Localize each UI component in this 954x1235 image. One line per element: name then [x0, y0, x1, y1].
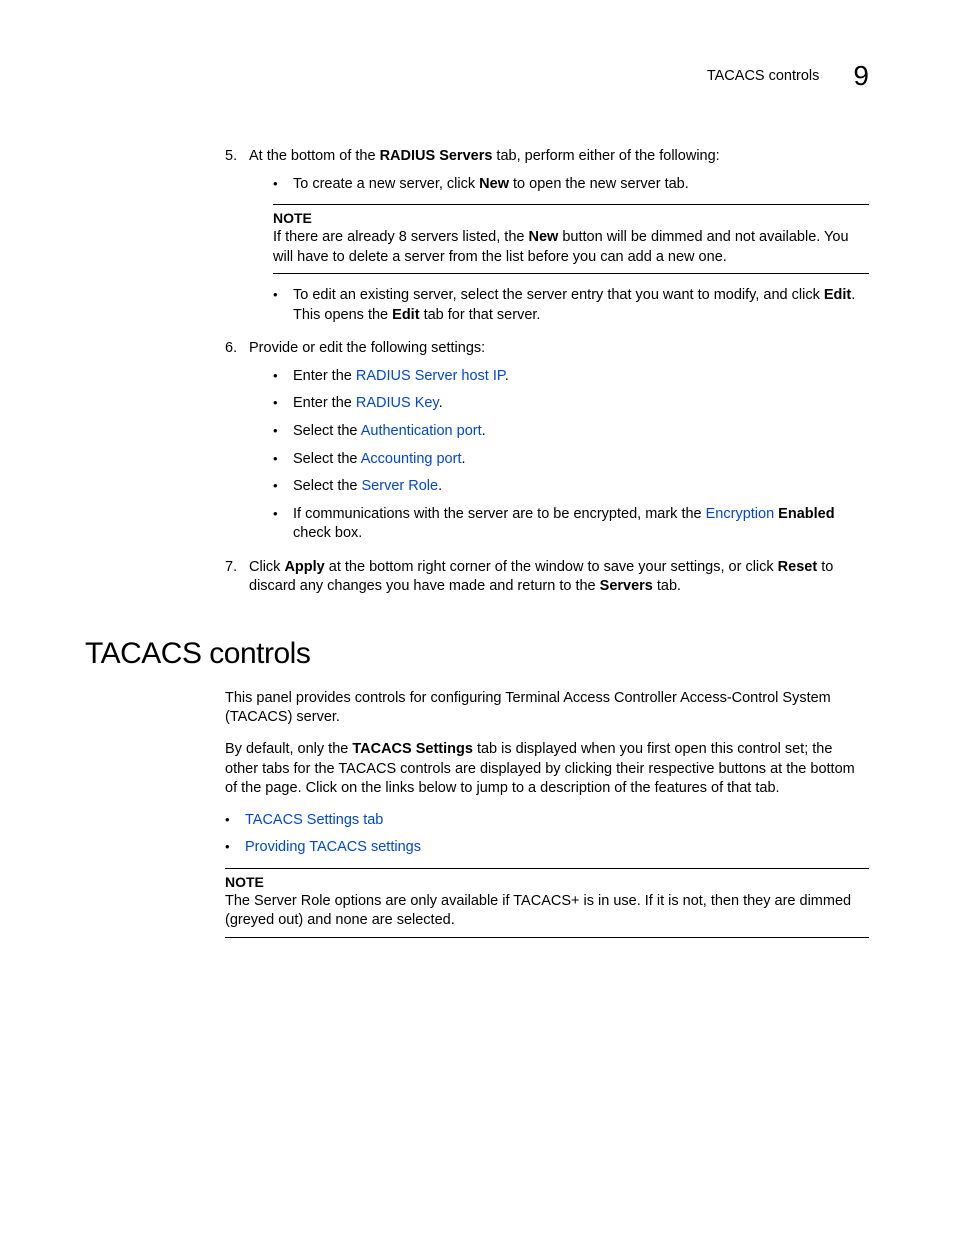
link-tacacs-settings-tab[interactable]: TACACS Settings tab — [245, 812, 383, 828]
text: By default, only the — [225, 741, 352, 757]
bullet-icon: • — [273, 175, 293, 195]
paragraph: By default, only the TACACS Settings tab… — [225, 740, 869, 799]
bold-text: New — [479, 176, 509, 192]
note-label: NOTE — [273, 209, 869, 228]
bold-text: Edit — [392, 307, 419, 323]
text: To edit an existing server, select the s… — [293, 287, 824, 303]
text: Select the — [293, 423, 361, 439]
bullet-item: • TACACS Settings tab — [225, 811, 869, 831]
bullet-icon: • — [273, 505, 293, 544]
text: . — [439, 395, 443, 411]
step-6: 6. Provide or edit the following setting… — [225, 339, 869, 552]
bullet-icon: • — [273, 477, 293, 497]
note-box: NOTE If there are already 8 servers list… — [273, 204, 869, 274]
link-server-role[interactable]: Server Role — [362, 478, 439, 494]
link-radius-key[interactable]: RADIUS Key — [356, 395, 439, 411]
text: Provide or edit the following settings: — [249, 340, 485, 356]
text: Select the — [293, 451, 361, 467]
bullet-icon: • — [273, 450, 293, 470]
bullet-icon: • — [273, 394, 293, 414]
text: . — [482, 423, 486, 439]
page-header: TACACS controls 9 — [85, 60, 869, 92]
bullet-icon: • — [273, 367, 293, 387]
step-body: Click Apply at the bottom right corner o… — [249, 558, 869, 597]
step-number: 5. — [225, 147, 249, 333]
text: tab for that server. — [420, 307, 541, 323]
link-auth-port[interactable]: Authentication port — [361, 423, 482, 439]
bullet-icon: • — [273, 286, 293, 325]
bullet-item: • Select the Server Role. — [273, 477, 869, 497]
link-accounting-port[interactable]: Accounting port — [361, 451, 462, 467]
link-radius-host-ip[interactable]: RADIUS Server host IP — [356, 368, 505, 384]
section-title: TACACS controls — [85, 637, 869, 671]
bold-text: Edit — [824, 287, 851, 303]
note-text: If there are already 8 servers listed, t… — [273, 228, 869, 267]
text: Enter the — [293, 395, 356, 411]
paragraph: This panel provides controls for configu… — [225, 689, 869, 728]
text: Select the — [293, 478, 362, 494]
bullet-item: • Enter the RADIUS Server host IP. — [273, 367, 869, 387]
note-box: NOTE The Server Role options are only av… — [225, 868, 869, 938]
text: tab. — [653, 578, 681, 594]
text: . — [505, 368, 509, 384]
bold-text: New — [529, 229, 559, 245]
text: to open the new server tab. — [509, 176, 689, 192]
text: tab, perform either of the following: — [492, 148, 719, 164]
step-body: At the bottom of the RADIUS Servers tab,… — [249, 147, 869, 333]
text: check box. — [293, 525, 362, 541]
step-body: Provide or edit the following settings: … — [249, 339, 869, 552]
step-number: 6. — [225, 339, 249, 552]
bullet-item: • If communications with the server are … — [273, 505, 869, 544]
link-providing-tacacs-settings[interactable]: Providing TACACS settings — [245, 839, 421, 855]
text: . — [438, 478, 442, 494]
bold-text: Reset — [778, 559, 818, 575]
bullet-item: • Enter the RADIUS Key. — [273, 394, 869, 414]
bullet-icon: • — [225, 838, 245, 858]
bullet-item: • Providing TACACS settings — [225, 838, 869, 858]
link-encryption[interactable]: Encryption — [706, 506, 775, 522]
chapter-number: 9 — [853, 60, 869, 92]
bold-text: Apply — [284, 559, 324, 575]
bold-text: TACACS Settings — [352, 741, 473, 757]
step-number: 7. — [225, 558, 249, 597]
bullet-item: • To edit an existing server, select the… — [273, 286, 869, 325]
text: To create a new server, click — [293, 176, 479, 192]
text: If there are already 8 servers listed, t… — [273, 229, 529, 245]
text: Click — [249, 559, 284, 575]
note-text: The Server Role options are only availab… — [225, 892, 869, 931]
bullet-item: • Select the Authentication port. — [273, 422, 869, 442]
text: at the bottom right corner of the window… — [325, 559, 778, 575]
step-7: 7. Click Apply at the bottom right corne… — [225, 558, 869, 597]
bullet-item: • To create a new server, click New to o… — [273, 175, 869, 195]
text: Enter the — [293, 368, 356, 384]
bold-text: Servers — [600, 578, 653, 594]
bold-text: Enabled — [774, 506, 834, 522]
header-title: TACACS controls — [707, 68, 820, 84]
step-5: 5. At the bottom of the RADIUS Servers t… — [225, 147, 869, 333]
text: At the bottom of the — [249, 148, 380, 164]
bullet-item: • Select the Accounting port. — [273, 450, 869, 470]
bold-text: RADIUS Servers — [380, 148, 493, 164]
text: If communications with the server are to… — [293, 506, 706, 522]
note-label: NOTE — [225, 873, 869, 892]
bullet-icon: • — [225, 811, 245, 831]
text: . — [461, 451, 465, 467]
bullet-icon: • — [273, 422, 293, 442]
